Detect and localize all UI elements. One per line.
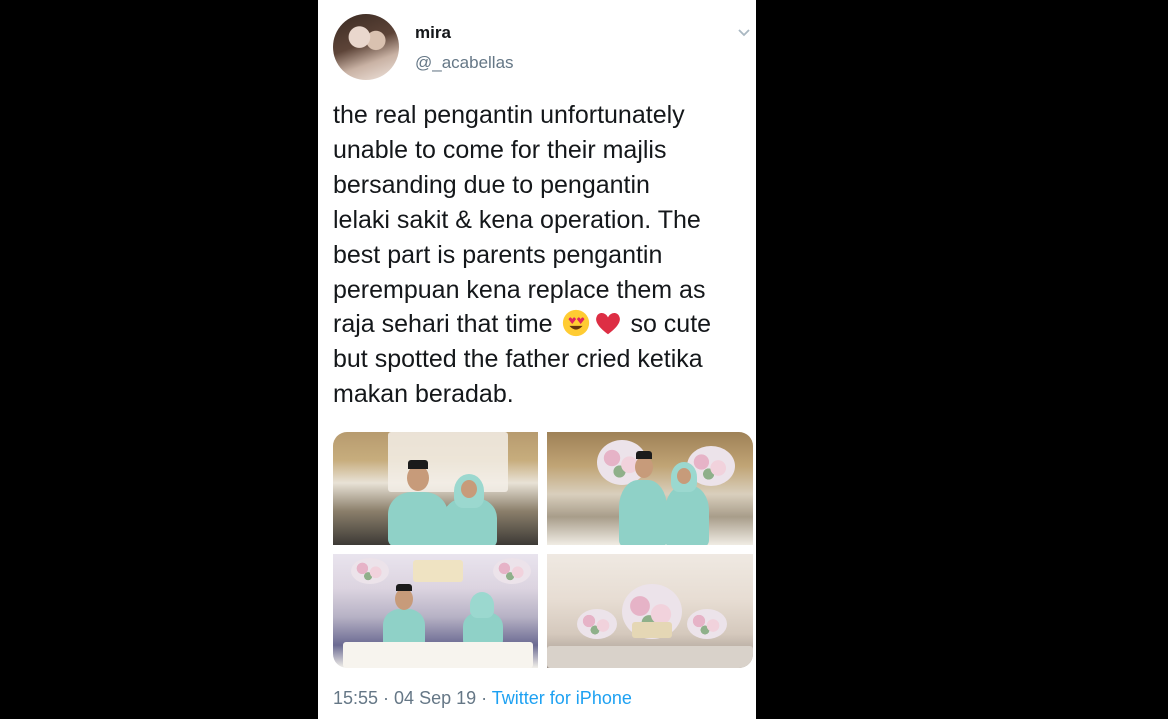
tweet-source-link[interactable]: Twitter for iPhone — [492, 688, 632, 708]
tweet-line: lelaki sakit & kena operation. The — [333, 205, 701, 234]
couple-at-table-photo[interactable] — [547, 432, 753, 545]
tweet-date[interactable]: 04 Sep 19 — [394, 688, 476, 708]
tweet-line: raja sehari that time so cute — [333, 307, 753, 342]
user-handle[interactable]: @_acabellas — [415, 53, 514, 73]
couple-standing-photo[interactable] — [333, 432, 538, 545]
red-heart-emoji-icon — [595, 313, 620, 335]
tweet-meta: 15:55 · 04 Sep 19 · Twitter for iPhone — [333, 688, 632, 709]
wedding-stage-photo[interactable] — [547, 554, 753, 668]
tweet-line-part: so cute — [623, 310, 712, 339]
heart-eyes-emoji-icon — [562, 310, 589, 337]
profile-avatar[interactable] — [333, 14, 399, 80]
tweet-line-part: raja sehari that time — [333, 310, 560, 339]
chevron-down-icon[interactable] — [737, 26, 751, 40]
tweet-line: best part is parents pengantin — [333, 240, 663, 269]
tweet-line: perempuan kena replace them as — [333, 275, 706, 304]
tweet-line: unable to come for their majlis — [333, 135, 667, 164]
tweet-line: but spotted the father cried ketika — [333, 345, 703, 374]
tweet-line: bersanding due to pengantin — [333, 170, 650, 199]
tweet-time[interactable]: 15:55 — [333, 688, 378, 708]
couple-seated-photo[interactable] — [333, 554, 538, 668]
meta-separator: · — [378, 688, 395, 708]
meta-separator: · — [476, 688, 492, 708]
tweet-card: mira @_acabellas the real pengantin unfo… — [318, 0, 756, 719]
tweet-text: the real pengantin unfortunately unable … — [333, 98, 753, 412]
tweet-line: the real pengantin unfortunately — [333, 101, 685, 129]
tweet-line: makan beradab. — [333, 380, 514, 409]
display-name[interactable]: mira — [415, 23, 451, 43]
media-grid — [333, 432, 753, 668]
